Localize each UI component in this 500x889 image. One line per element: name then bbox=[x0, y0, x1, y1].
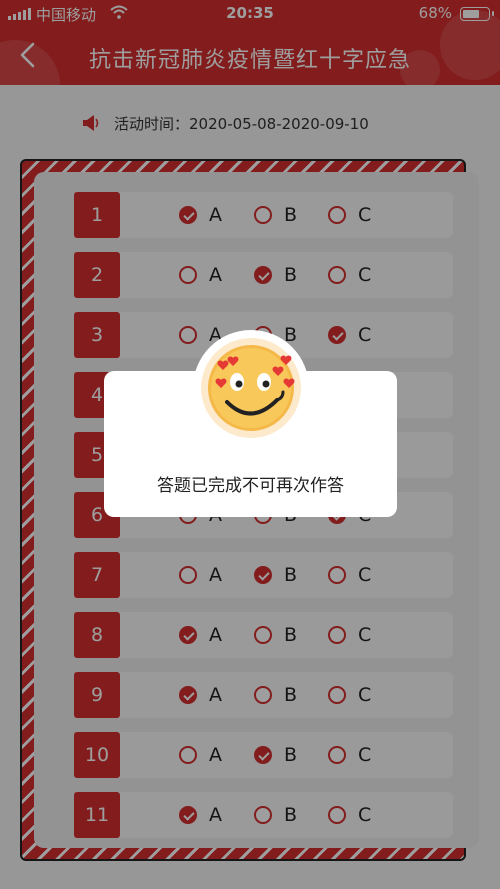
smiling-face-with-hearts-icon bbox=[193, 330, 309, 446]
dialog-message: 答题已完成不可再次作答 bbox=[157, 476, 344, 496]
modal-backdrop-top bbox=[0, 0, 500, 85]
